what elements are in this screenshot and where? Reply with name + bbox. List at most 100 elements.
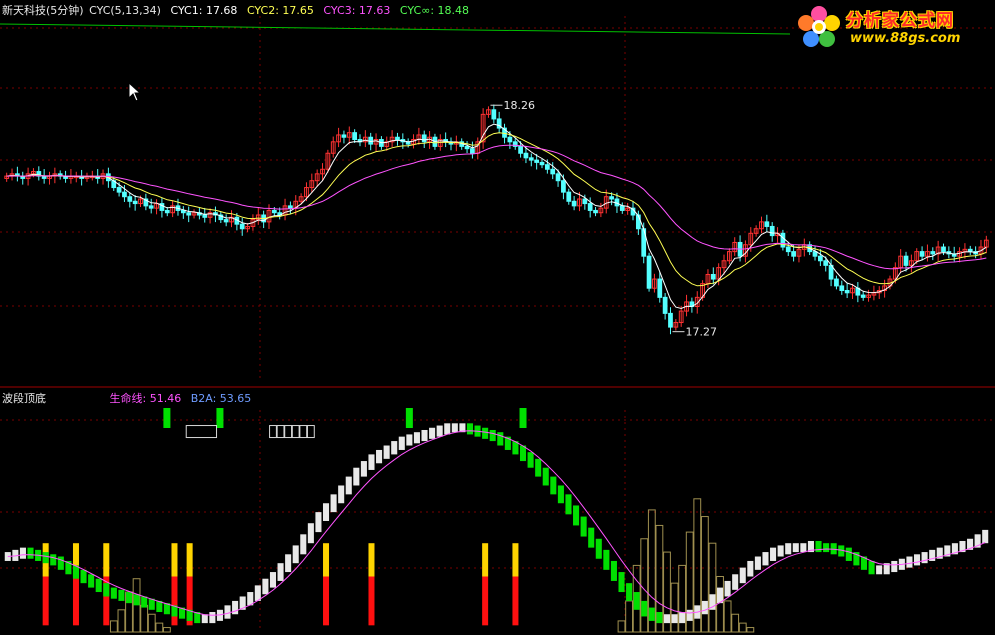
indicator-name: CYC(5,13,34) (89, 4, 161, 17)
trend-bar (671, 614, 678, 624)
volume-bar (155, 622, 164, 633)
trend-bar (497, 432, 504, 446)
trend-bar (436, 425, 443, 437)
trend-bar (754, 556, 761, 570)
lifeline-curve (7, 430, 986, 616)
candle (544, 164, 550, 170)
b2a-value: B2A: 53.65 (190, 392, 252, 405)
trend-bar (982, 529, 989, 544)
buy-signal (163, 408, 171, 428)
candle (839, 285, 845, 291)
trend-bar (307, 523, 314, 544)
bottom-marker (482, 576, 489, 626)
trend-bar (739, 567, 746, 584)
candle (844, 290, 850, 294)
candle (271, 209, 277, 214)
trend-bar (330, 494, 337, 513)
volume-bar (731, 613, 740, 633)
trend-bar (489, 429, 496, 442)
volume-bar (670, 582, 679, 633)
trend-bar (845, 547, 852, 561)
trend-bar (641, 600, 648, 617)
candle (566, 191, 572, 202)
candle (341, 134, 347, 138)
trend-bar (285, 554, 292, 573)
trend-bar (383, 445, 390, 459)
candle (619, 205, 625, 211)
trend-bar (444, 423, 451, 435)
trend-bar (224, 605, 231, 619)
cyc3-line (6, 144, 987, 270)
trend-bar (732, 574, 739, 590)
candle (539, 161, 545, 166)
candle (239, 223, 245, 230)
trend-bar (19, 547, 26, 559)
min-price-label: 17.27 (685, 326, 717, 339)
trend-bar (663, 614, 671, 624)
candle (368, 136, 374, 145)
max-price-label: 18.26 (503, 99, 534, 112)
candle (919, 251, 925, 257)
trend-bar (322, 503, 330, 521)
candle (646, 255, 652, 289)
candle (657, 278, 663, 298)
candle (860, 294, 866, 298)
trend-bar (770, 547, 777, 561)
candle (186, 212, 192, 216)
trend-bar (57, 556, 64, 570)
trend-bar (141, 596, 148, 608)
candle (941, 246, 946, 253)
trend-bar (482, 427, 489, 439)
peak-box (299, 425, 308, 439)
candle (464, 145, 470, 150)
candle (164, 209, 170, 214)
candle (817, 255, 823, 262)
trend-bar (588, 527, 595, 548)
trend-bar (376, 449, 383, 464)
candle (967, 248, 973, 253)
peak-box (185, 425, 218, 439)
trend-bar (792, 543, 799, 553)
top-marker (323, 543, 330, 577)
trend-bar (413, 432, 420, 444)
trend-bar (269, 572, 277, 588)
bottom-marker (171, 576, 178, 626)
trend-bar (338, 485, 345, 504)
top-marker (171, 543, 178, 577)
volume-bar (140, 604, 149, 633)
candle (395, 136, 400, 141)
trend-bar (103, 583, 110, 597)
peak-box (306, 425, 315, 439)
trend-bar (762, 552, 769, 566)
trend-bars (4, 423, 989, 624)
volume-bar (147, 613, 156, 633)
cycinf-value: CYC∞: 18.48 (399, 4, 470, 17)
price-panel-header: 新天科技(5分钟) CYC(5,13,34) CYC1: 17.68 CYC2:… (2, 2, 475, 18)
trend-bar (823, 543, 830, 553)
trend-bar (262, 578, 269, 595)
volume-bar (723, 600, 732, 633)
trend-bar (610, 560, 617, 581)
candle (288, 205, 293, 209)
buy-signal (216, 408, 224, 428)
trend-bar (391, 441, 398, 455)
chart-canvas[interactable]: 18.26 17.27 (0, 0, 995, 635)
candle (223, 219, 229, 223)
trend-bar (451, 423, 458, 433)
candle (507, 136, 513, 143)
trend-bar (603, 549, 610, 570)
candle (122, 191, 127, 198)
stock-title: 新天科技(5分钟) (2, 4, 84, 17)
cyc2-value: CYC2: 17.65 (246, 4, 314, 17)
trend-bar (800, 543, 807, 553)
trend-bar (815, 540, 822, 553)
candle (785, 246, 791, 253)
candle (421, 134, 427, 143)
candle (582, 198, 588, 205)
candle (116, 187, 122, 193)
trend-bar (626, 583, 633, 601)
trend-bar (368, 454, 375, 470)
site-logo: 分析家公式网 www.88gs.com (794, 4, 989, 52)
volume-bar (708, 542, 717, 633)
price-grid (0, 16, 995, 382)
